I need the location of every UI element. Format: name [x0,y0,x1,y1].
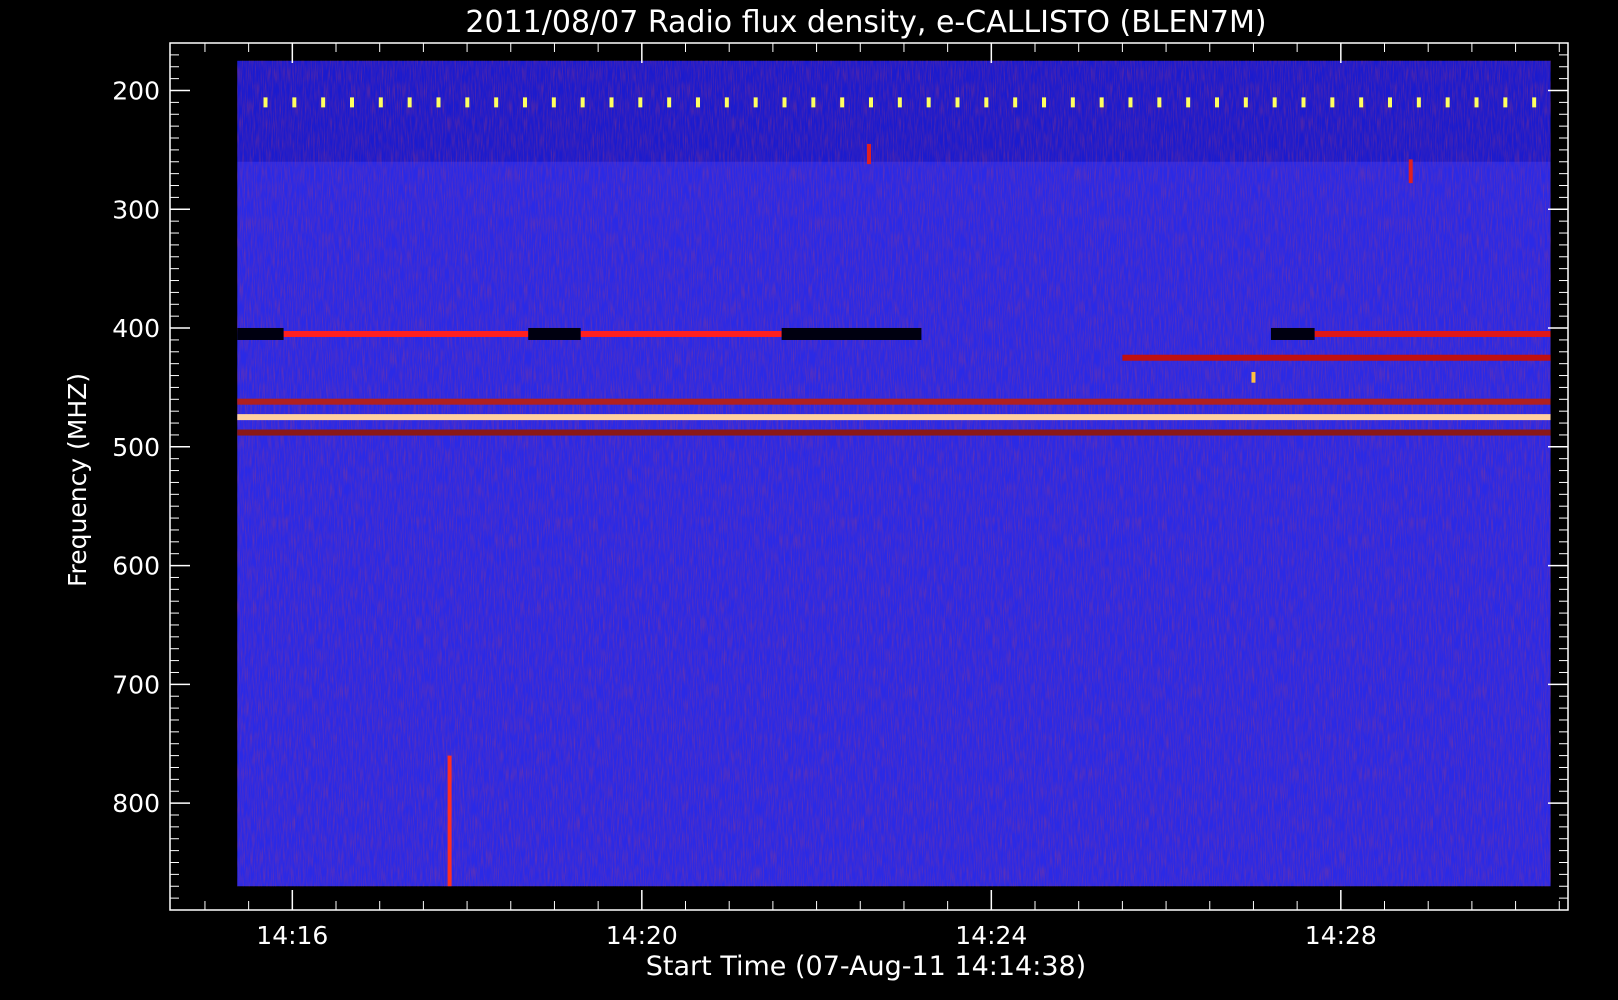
x-tick-label: 14:16 [256,921,328,950]
interference-dot [1359,97,1364,108]
emission-band [237,429,1551,436]
y-tick-label: 300 [112,195,160,224]
interference-dot [436,97,441,108]
interference-dot [955,97,960,108]
interference-dot [1186,97,1191,108]
chart-title: 2011/08/07 Radio flux density, e-CALLIST… [465,5,1266,40]
y-tick-label: 500 [112,433,160,462]
dropout-band [1270,327,1315,340]
interference-dot [1532,97,1537,108]
y-tick-label: 700 [112,670,160,699]
interference-dot [407,97,412,108]
interference-dot [292,97,297,108]
emission-band [580,330,782,337]
interference-dot [321,97,326,108]
interference-dot [782,97,787,108]
interference-dot [1388,97,1393,108]
emission-band [1122,354,1551,361]
radio-burst [867,143,871,165]
interference-dot [522,97,527,108]
x-tick-label: 14:24 [955,921,1027,950]
y-tick-label: 400 [112,314,160,343]
emission-band [1314,330,1551,337]
y-axis-label: Frequency (MHZ) [63,373,92,587]
interference-dot [580,97,585,108]
interference-dot [724,97,729,108]
interference-dot [1013,97,1018,108]
x-tick-label: 14:20 [606,921,678,950]
y-tick-label: 800 [112,789,160,818]
y-tick-label: 600 [112,552,160,581]
interference-dot [1416,97,1421,108]
interference-dot [1128,97,1133,108]
x-axis-label: Start Time (07-Aug-11 14:14:38) [646,951,1086,982]
spectrogram-noise [237,60,1551,887]
y-tick-label: 200 [112,77,160,106]
interference-dot [494,97,499,108]
interference-dot [638,97,643,108]
radio-burst [1251,371,1256,383]
radio-burst [447,755,452,887]
spectrogram-figure: 2011/08/07 Radio flux density, e-CALLIST… [0,0,1618,1000]
x-tick-label: 14:28 [1305,921,1377,950]
spectrogram-chart: 2011/08/07 Radio flux density, e-CALLIST… [63,5,1569,982]
interference-dot [1215,97,1220,108]
emission-band [237,398,1551,405]
interference-dot [1330,97,1335,108]
interference-dot [695,97,700,108]
interference-dot [984,97,989,108]
interference-dot [1157,97,1162,108]
interference-dot [1243,97,1248,108]
interference-dot [926,97,931,108]
interference-dot [349,97,354,108]
interference-dot [1272,97,1277,108]
interference-dot [609,97,614,108]
emission-band [237,414,1551,421]
interference-dot [263,97,268,108]
interference-dot [667,97,672,108]
interference-dot [897,97,902,108]
interference-dot [1070,97,1075,108]
interference-dot [869,97,873,108]
interference-dot [753,97,758,108]
dropout-band [781,327,922,340]
interference-dot [840,97,845,108]
interference-dot [1474,97,1479,108]
dropout-band [528,327,581,340]
interference-dot [551,97,556,108]
interference-dot [1099,97,1104,108]
interference-dot [811,97,816,108]
radio-burst [1408,159,1413,184]
interference-dot [1301,97,1306,108]
emission-band [283,330,529,337]
interference-dot [1503,97,1508,108]
dropout-band [237,327,284,340]
interference-dot [1042,97,1047,108]
interference-dot [465,97,470,108]
interference-dot [1445,97,1450,108]
interference-dot [378,97,383,108]
